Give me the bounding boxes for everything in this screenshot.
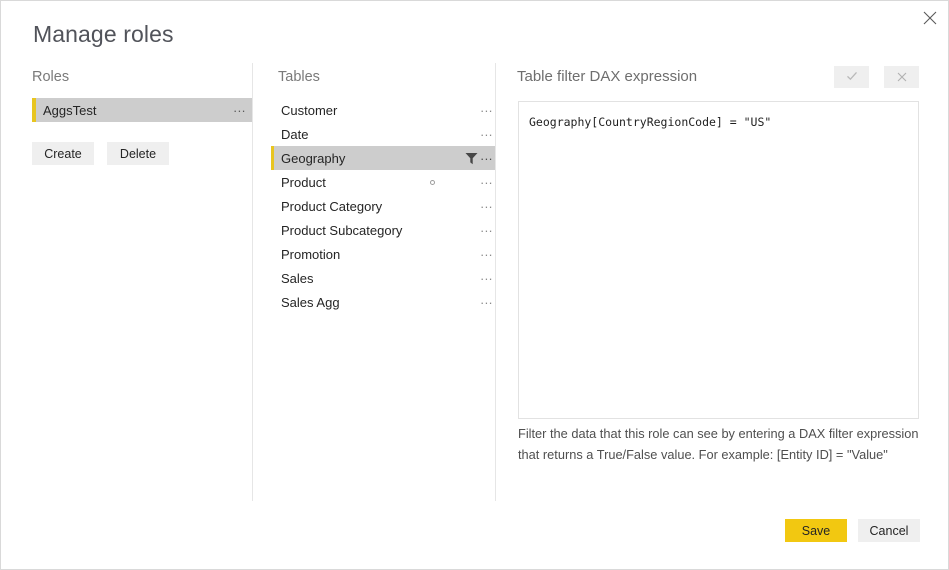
role-more-options-icon[interactable]: ... <box>233 101 246 115</box>
table-more-options-icon[interactable]: ... <box>480 125 493 139</box>
close-icon[interactable] <box>909 1 948 35</box>
table-list-item-label: Promotion <box>281 246 341 262</box>
roles-list: AggsTest... <box>32 98 252 122</box>
table-more-options-icon[interactable]: ... <box>480 173 493 187</box>
page-title: Manage roles <box>33 21 174 47</box>
table-list-item[interactable]: Product... <box>271 170 495 194</box>
dax-expression-text: Geography[CountryRegionCode] = "US" <box>529 115 772 129</box>
apply-dax-button[interactable] <box>834 66 869 88</box>
table-list-item[interactable]: Geography... <box>271 146 495 170</box>
cancel-button[interactable]: Cancel <box>858 519 920 542</box>
table-list-item-label: Customer <box>281 102 338 118</box>
dax-action-buttons <box>834 66 919 88</box>
table-list-item[interactable]: Customer... <box>271 98 495 122</box>
selection-accent-bar <box>32 98 36 122</box>
table-list-item[interactable]: Product Subcategory... <box>271 218 495 242</box>
table-list-item[interactable]: Sales Agg... <box>271 290 495 314</box>
filter-funnel-icon[interactable] <box>465 152 478 170</box>
table-list-item-label: Sales Agg <box>281 294 340 310</box>
selection-accent-bar <box>271 146 274 170</box>
table-list-item-label: Product Category <box>281 198 383 214</box>
roles-heading: Roles <box>32 69 70 85</box>
table-list-item-label: Product Subcategory <box>281 222 403 238</box>
dialog-footer: Save Cancel <box>785 519 920 542</box>
save-button[interactable]: Save <box>785 519 847 542</box>
table-more-options-icon[interactable]: ... <box>480 149 493 163</box>
manage-roles-dialog: Manage roles Roles AggsTest... Create De… <box>0 0 949 570</box>
discard-dax-button[interactable] <box>884 66 919 88</box>
table-more-options-icon[interactable]: ... <box>480 245 493 259</box>
table-list-item[interactable]: Promotion... <box>271 242 495 266</box>
row-hover-indicator-icon <box>430 180 435 185</box>
table-more-options-icon[interactable]: ... <box>480 221 493 235</box>
checkmark-icon <box>846 70 858 85</box>
role-list-item[interactable]: AggsTest... <box>32 98 252 122</box>
table-list-item-label: Date <box>281 126 309 142</box>
table-more-options-icon[interactable]: ... <box>480 293 493 307</box>
table-list-item[interactable]: Sales... <box>271 266 495 290</box>
table-more-options-icon[interactable]: ... <box>480 101 493 115</box>
delete-role-button[interactable]: Delete <box>107 142 169 165</box>
table-more-options-icon[interactable]: ... <box>480 269 493 283</box>
close-icon <box>897 70 907 85</box>
table-list-item-label: Geography <box>281 150 346 166</box>
role-actions: Create Delete <box>32 142 169 165</box>
dax-expression-editor[interactable]: Geography[CountryRegionCode] = "US" <box>518 101 919 419</box>
dax-expression-heading: Table filter DAX expression <box>517 68 698 85</box>
tables-heading: Tables <box>278 69 320 85</box>
panel-divider-roles-tables <box>252 63 253 501</box>
create-role-button[interactable]: Create <box>32 142 94 165</box>
panel-divider-tables-dax <box>495 63 496 501</box>
tables-list: Customer... Date... Geography... Product...… <box>271 98 495 314</box>
table-more-options-icon[interactable]: ... <box>480 197 493 211</box>
table-list-item-label: Product <box>281 174 326 190</box>
table-list-item[interactable]: Product Category... <box>271 194 495 218</box>
role-list-item-label: AggsTest <box>43 102 97 118</box>
table-list-item-label: Sales <box>281 270 314 286</box>
table-list-item[interactable]: Date... <box>271 122 495 146</box>
dax-help-text: Filter the data that this role can see b… <box>518 426 919 462</box>
